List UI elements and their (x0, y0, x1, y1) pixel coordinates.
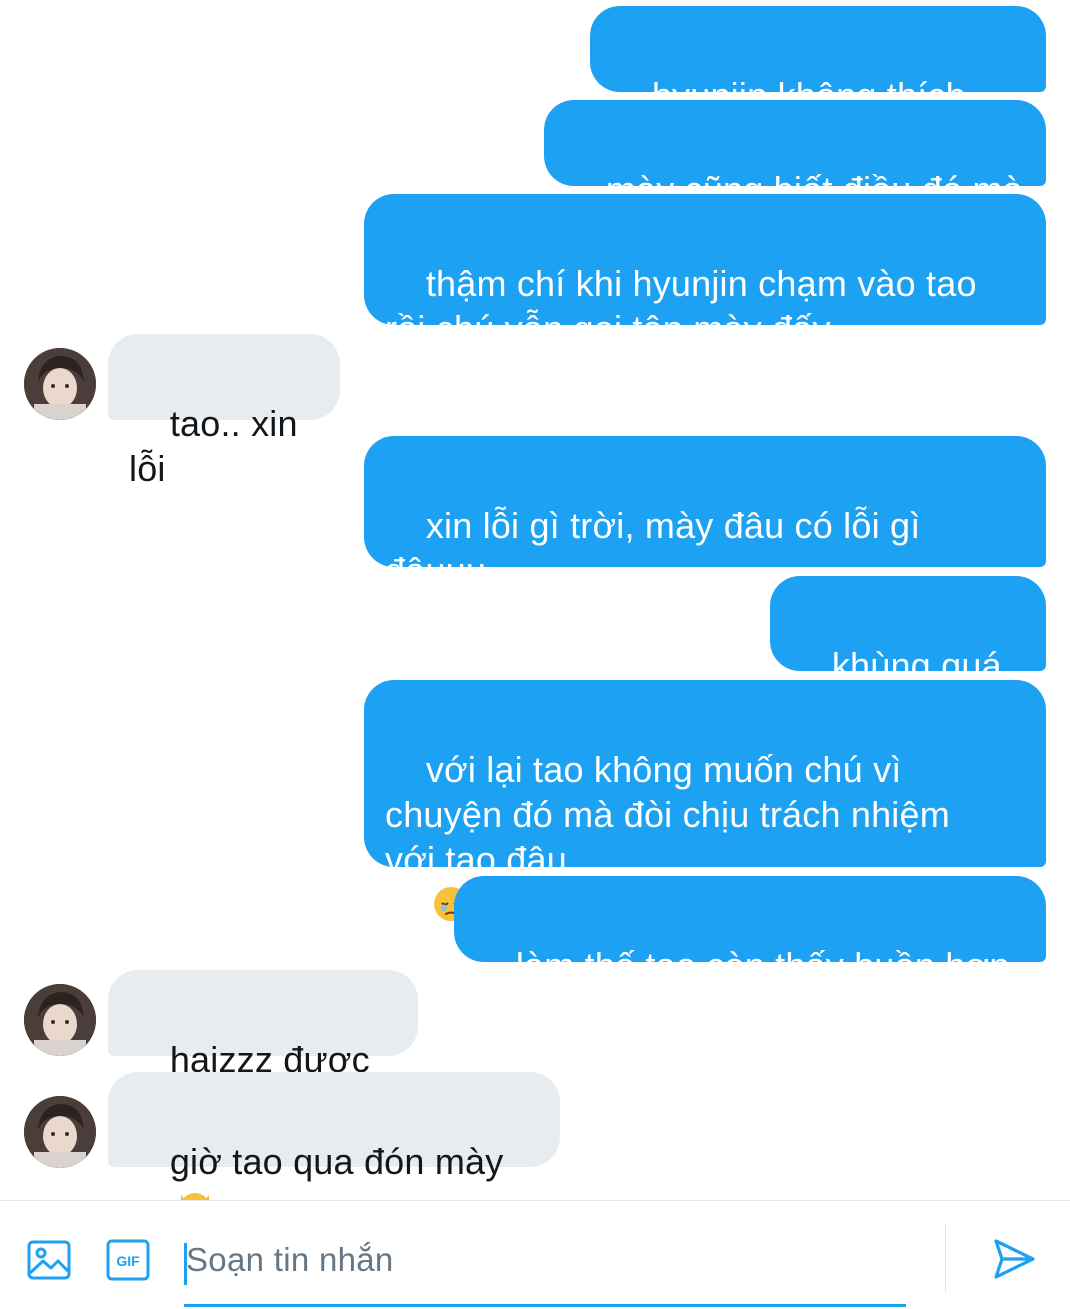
message-thread: hyunjin không thích tao mày cũng biết đi… (0, 0, 1070, 1223)
message-input-placeholder: Soạn tin nhắn (186, 1241, 394, 1278)
message-received[interactable]: tao.. xin lỗi (108, 334, 340, 489)
image-icon[interactable] (26, 1237, 72, 1283)
contact-avatar[interactable] (24, 984, 96, 1056)
send-icon[interactable] (990, 1235, 1038, 1283)
message-text: với lại tao không muốn chú vì chuyện đó … (385, 749, 950, 880)
message-sent[interactable]: với lại tao không muốn chú vì chuyện đó … (364, 680, 1046, 921)
message-received[interactable]: giờ tao qua đón mày (108, 1072, 560, 1223)
composer-divider (945, 1223, 946, 1293)
message-sent[interactable]: mày cũng biết điều đó mà (544, 100, 1046, 210)
message-sent[interactable]: khùng quá (770, 576, 1046, 727)
message-text: làm thế tao còn thấy buồn hơn (515, 945, 1010, 986)
contact-avatar[interactable] (24, 348, 96, 420)
message-received[interactable]: haizzz được rồi (108, 970, 418, 1125)
message-composer: GIF Soạn tin nhắn (0, 1200, 1070, 1309)
message-sent[interactable]: làm thế tao còn thấy buồn hơn (454, 876, 1046, 986)
message-text: thậm chí khi hyunjin chạm vào tao rồi ch… (385, 263, 977, 349)
svg-text:GIF: GIF (116, 1253, 140, 1269)
gif-icon[interactable]: GIF (105, 1237, 151, 1283)
message-input[interactable]: Soạn tin nhắn (184, 1223, 906, 1307)
message-text: giờ tao qua đón mày (169, 1141, 504, 1182)
message-sent[interactable]: hyunjin không thích tao (590, 6, 1046, 161)
message-sent[interactable]: thậm chí khi hyunjin chạm vào tao rồi ch… (364, 194, 1046, 349)
contact-avatar[interactable] (24, 1096, 96, 1168)
message-text: tao.. xin lỗi (129, 403, 308, 489)
message-sent[interactable]: xin lỗi gì trời, mày đâu có lỗi gì đâuuu (364, 436, 1046, 591)
